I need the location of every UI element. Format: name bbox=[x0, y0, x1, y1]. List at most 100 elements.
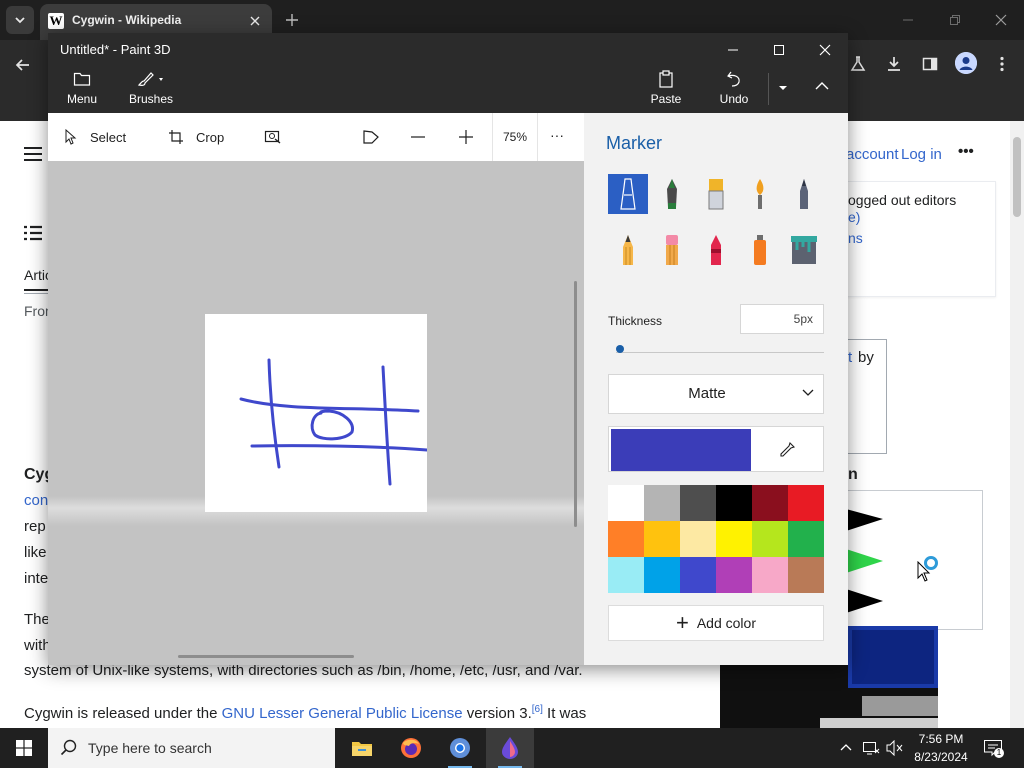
lgpl-link[interactable]: GNU Lesser General Public License bbox=[222, 705, 463, 722]
color-swatch[interactable] bbox=[644, 485, 680, 521]
workspace-horizontal-scrollbar[interactable] bbox=[178, 655, 354, 658]
view-3d-button[interactable] bbox=[362, 125, 380, 149]
marker-brush-button[interactable] bbox=[608, 174, 648, 214]
browser-minimize-button[interactable] bbox=[896, 8, 920, 32]
notice-text-line2[interactable]: e) bbox=[848, 209, 860, 225]
spray-can-button[interactable] bbox=[740, 230, 780, 270]
side-panel-button[interactable] bbox=[918, 52, 942, 76]
history-dropdown-button[interactable] bbox=[776, 83, 790, 93]
citation-link[interactable]: [6] bbox=[532, 704, 543, 715]
color-swatch[interactable] bbox=[680, 557, 716, 593]
eraser-button[interactable] bbox=[652, 230, 692, 270]
browser-close-button[interactable] bbox=[989, 8, 1013, 32]
color-swatch[interactable] bbox=[608, 485, 644, 521]
network-tray-button[interactable] bbox=[862, 740, 880, 756]
volume-tray-button[interactable] bbox=[886, 740, 904, 756]
color-swatch[interactable] bbox=[788, 485, 824, 521]
crayon-button[interactable] bbox=[696, 230, 736, 270]
download-icon bbox=[888, 57, 900, 71]
profile-avatar[interactable] bbox=[955, 52, 977, 74]
thickness-slider-track[interactable] bbox=[616, 352, 824, 353]
add-color-button[interactable]: + Add color bbox=[608, 605, 824, 641]
color-swatch[interactable] bbox=[752, 521, 788, 557]
canvas-workspace[interactable] bbox=[48, 161, 584, 665]
fill-bucket-button[interactable] bbox=[784, 230, 824, 270]
back-button[interactable] bbox=[10, 52, 36, 78]
color-swatch[interactable] bbox=[608, 521, 644, 557]
windows-taskbar: Type here to search 1 bbox=[0, 728, 1024, 768]
magic-select-button[interactable] bbox=[264, 125, 282, 149]
eyedropper-button[interactable] bbox=[775, 439, 799, 461]
toc-button[interactable] bbox=[24, 225, 42, 241]
log-in-link[interactable]: Log in bbox=[901, 146, 942, 163]
color-swatch[interactable] bbox=[608, 557, 644, 593]
paint-minimize-button[interactable] bbox=[720, 38, 746, 62]
stroke-right-vertical bbox=[381, 365, 392, 486]
zoom-out-button[interactable] bbox=[410, 125, 426, 149]
paint-close-button[interactable] bbox=[812, 38, 838, 62]
zoom-in-button[interactable] bbox=[458, 125, 474, 149]
downloads-button[interactable] bbox=[882, 52, 906, 76]
chevron-up-icon bbox=[815, 82, 829, 90]
more-tools-button[interactable]: ··· bbox=[550, 123, 564, 147]
more-options-button[interactable]: ••• bbox=[958, 143, 974, 160]
main-menu-button[interactable] bbox=[24, 146, 42, 162]
oil-brush-button[interactable] bbox=[696, 174, 736, 214]
color-swatch[interactable] bbox=[752, 485, 788, 521]
finish-dropdown[interactable]: Matte bbox=[608, 374, 824, 414]
color-swatch[interactable] bbox=[644, 557, 680, 593]
tab-close-button[interactable] bbox=[246, 12, 264, 30]
color-swatch[interactable] bbox=[680, 521, 716, 557]
color-swatch[interactable] bbox=[644, 521, 680, 557]
create-account-link[interactable]: account bbox=[846, 146, 899, 163]
new-tab-button[interactable] bbox=[282, 10, 302, 30]
show-hidden-icons-button[interactable] bbox=[839, 740, 853, 754]
color-swatch[interactable] bbox=[788, 557, 824, 593]
chrome-taskbar-button[interactable] bbox=[436, 728, 484, 768]
tab-search-button[interactable] bbox=[6, 6, 34, 34]
drawing-canvas[interactable] bbox=[205, 314, 427, 512]
undo-button[interactable]: Undo bbox=[716, 69, 752, 111]
color-palette bbox=[608, 485, 824, 593]
labs-button[interactable] bbox=[846, 52, 870, 76]
browser-restore-button[interactable] bbox=[943, 8, 967, 32]
color-swatch[interactable] bbox=[680, 485, 716, 521]
color-swatch[interactable] bbox=[716, 557, 752, 593]
browser-menu-button[interactable] bbox=[990, 52, 1014, 76]
watercolor-brush-button[interactable] bbox=[740, 174, 780, 214]
paste-button[interactable]: Paste bbox=[648, 69, 684, 111]
body-line-con[interactable]: con bbox=[24, 492, 48, 509]
start-button[interactable] bbox=[0, 728, 48, 768]
color-swatch[interactable] bbox=[716, 485, 752, 521]
clock-time[interactable]: 7:56 PM bbox=[918, 732, 964, 746]
minimize-icon bbox=[903, 19, 913, 21]
color-swatch[interactable] bbox=[788, 521, 824, 557]
paint3d-taskbar-button[interactable] bbox=[486, 728, 534, 768]
calligraphy-pen-button[interactable] bbox=[652, 174, 692, 214]
file-explorer-taskbar-button[interactable] bbox=[338, 728, 386, 768]
clock-date[interactable]: 8/23/2024 bbox=[910, 750, 972, 764]
color-swatch[interactable] bbox=[716, 521, 752, 557]
notice-text-line3[interactable]: ns bbox=[848, 230, 863, 246]
page-scrollbar-thumb[interactable] bbox=[1013, 137, 1021, 217]
collapse-ribbon-button[interactable] bbox=[814, 81, 830, 91]
box-link-fragment[interactable]: t bbox=[848, 349, 852, 366]
notifications-button[interactable]: 1 bbox=[983, 739, 1004, 758]
paint-maximize-button[interactable] bbox=[766, 38, 792, 62]
workspace-vertical-scrollbar[interactable] bbox=[574, 281, 577, 527]
current-color-swatch[interactable] bbox=[611, 429, 751, 471]
current-color-picker[interactable] bbox=[608, 426, 824, 472]
crop-tool-button[interactable]: Crop bbox=[168, 125, 224, 149]
page-scrollbar[interactable] bbox=[1010, 121, 1024, 728]
pixel-pen-button[interactable] bbox=[784, 174, 824, 214]
thickness-input[interactable]: 5px bbox=[740, 304, 824, 334]
pencil-brush-button[interactable] bbox=[608, 230, 648, 270]
select-tool-button[interactable]: Select bbox=[64, 125, 126, 149]
brushes-button[interactable]: Brushes bbox=[128, 69, 174, 111]
infobox-heading-fragment: n bbox=[848, 466, 858, 483]
color-swatch[interactable] bbox=[752, 557, 788, 593]
menu-button[interactable]: Menu bbox=[64, 69, 100, 111]
taskbar-search-box[interactable]: Type here to search bbox=[48, 728, 335, 768]
zoom-level-field[interactable]: 75% bbox=[492, 113, 538, 161]
firefox-taskbar-button[interactable] bbox=[387, 728, 435, 768]
